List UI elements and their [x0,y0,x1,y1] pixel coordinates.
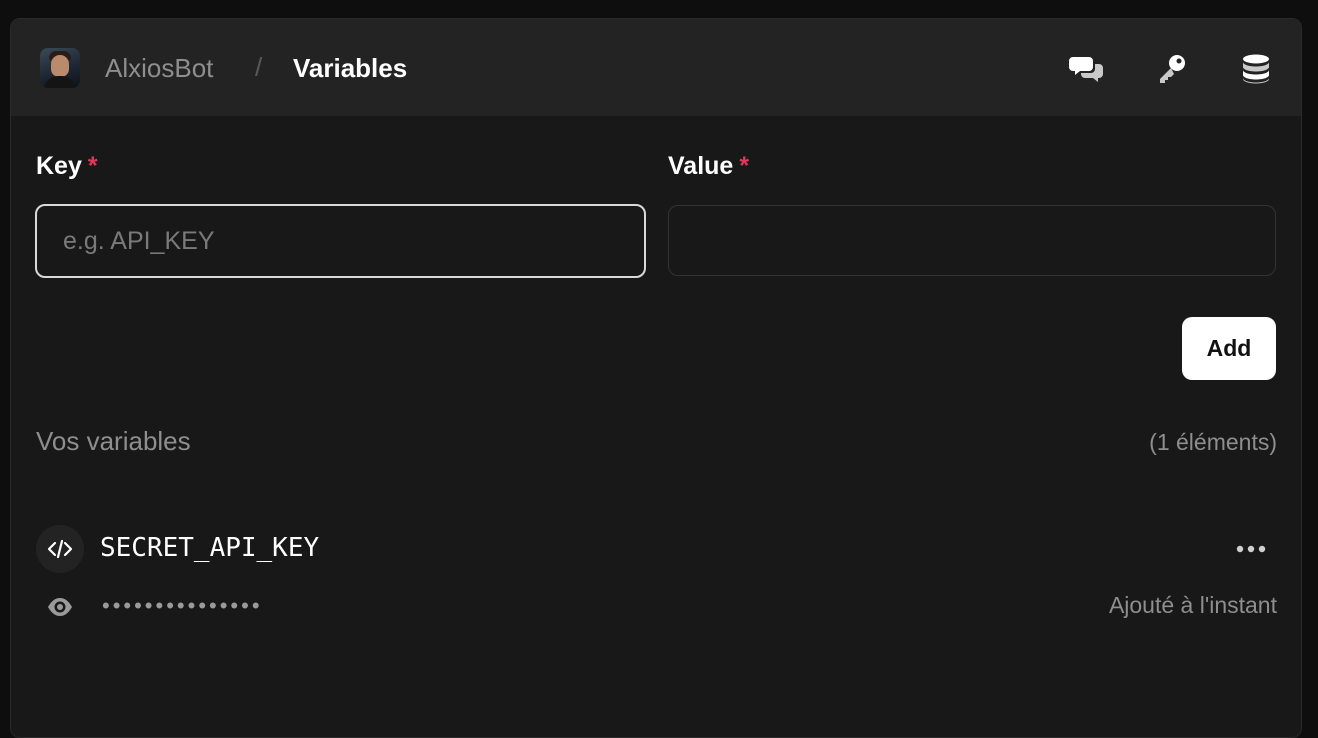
added-timestamp: Ajouté à l'instant [1108,592,1277,618]
key-icon[interactable] [1154,51,1190,87]
required-mark: * [739,152,750,180]
value-label-text: Value [668,152,734,180]
key-input[interactable] [35,204,646,278]
avatar-body [44,76,76,88]
page-title: Variables [293,53,408,83]
more-options-icon[interactable] [1231,534,1271,564]
code-icon [36,525,84,573]
page-header: AlxiosBot / Variables [11,19,1301,116]
eye-icon[interactable] [44,593,76,621]
bot-avatar[interactable] [40,48,80,88]
breadcrumb-separator: / [255,52,263,82]
variable-key: SECRET_API_KEY [100,533,320,563]
variables-panel: AlxiosBot / Variables Key * e.g. API_KEY… [10,18,1302,738]
key-label-text: Key [36,152,82,180]
section-title: Vos variables [36,426,191,456]
required-mark: * [87,152,98,180]
add-button[interactable]: Add [1182,317,1276,380]
database-icon[interactable] [1238,51,1274,87]
item-count: (1 éléments) [1149,429,1277,455]
value-input[interactable] [668,205,1276,276]
key-label: Key * [36,152,98,181]
chat-icon[interactable] [1069,51,1105,87]
value-label: Value * [668,152,749,181]
avatar-face [51,55,69,77]
breadcrumb-app-name[interactable]: AlxiosBot [105,53,213,84]
masked-value: ••••••••••••••• [102,593,263,618]
